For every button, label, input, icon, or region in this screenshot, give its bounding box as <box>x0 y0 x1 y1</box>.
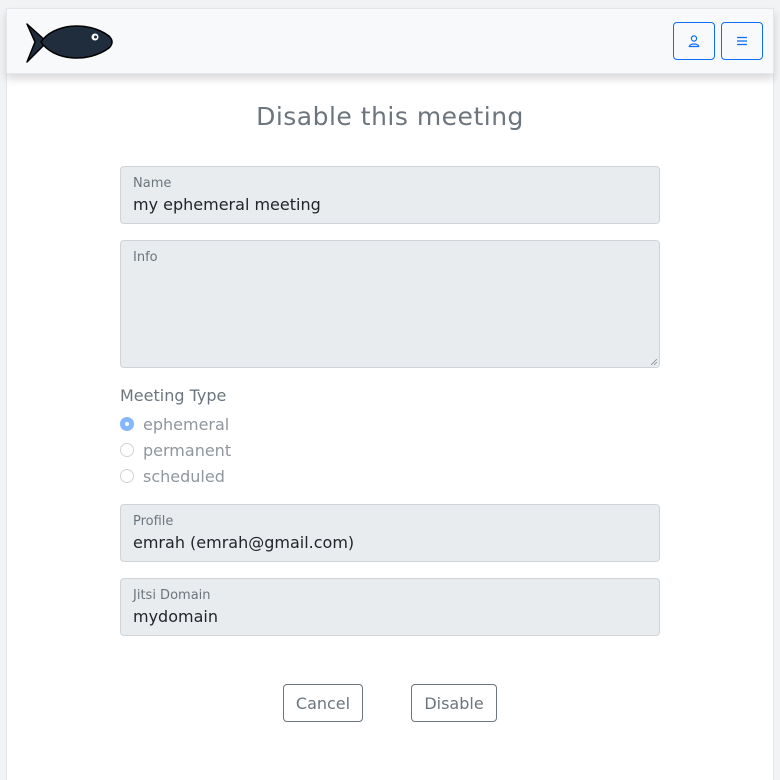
jitsi-domain-label: Jitsi Domain <box>133 588 211 603</box>
hamburger-menu-icon <box>737 36 747 46</box>
top-navbar <box>6 8 774 74</box>
disable-button[interactable]: Disable <box>411 684 497 722</box>
fish-icon[interactable] <box>25 18 113 66</box>
meeting-type-label: Meeting Type <box>120 386 227 405</box>
radio-permanent[interactable]: permanent <box>120 439 231 461</box>
cancel-button[interactable]: Cancel <box>283 684 363 722</box>
radio-scheduled[interactable]: scheduled <box>120 465 225 487</box>
radio-unchecked-icon[interactable] <box>120 443 134 457</box>
name-value: my ephemeral meeting <box>133 195 321 214</box>
radio-unchecked-icon[interactable] <box>120 469 134 483</box>
radio-ephemeral[interactable]: ephemeral <box>120 413 229 435</box>
radio-label: permanent <box>143 440 232 460</box>
name-label: Name <box>133 176 172 191</box>
radio-label: ephemeral <box>143 414 230 434</box>
profile-label: Profile <box>133 514 174 529</box>
profile-field[interactable]: Profile emrah (emrah@gmail.com) <box>120 504 660 562</box>
info-label: Info <box>133 250 158 265</box>
name-field[interactable]: Name my ephemeral meeting <box>120 166 660 224</box>
main-menu-button[interactable] <box>721 22 763 60</box>
person-icon <box>688 35 700 48</box>
profile-value: emrah (emrah@gmail.com) <box>133 533 355 552</box>
radio-label: scheduled <box>143 466 225 486</box>
jitsi-domain-field[interactable]: Jitsi Domain mydomain <box>120 578 660 636</box>
resize-grip-icon[interactable] <box>651 359 657 365</box>
page-title: Disable this meeting <box>256 102 524 131</box>
jitsi-domain-value: mydomain <box>133 607 218 626</box>
radio-checked-icon[interactable] <box>120 417 134 431</box>
user-account-button[interactable] <box>673 22 715 60</box>
info-textarea[interactable]: Info <box>120 240 660 368</box>
